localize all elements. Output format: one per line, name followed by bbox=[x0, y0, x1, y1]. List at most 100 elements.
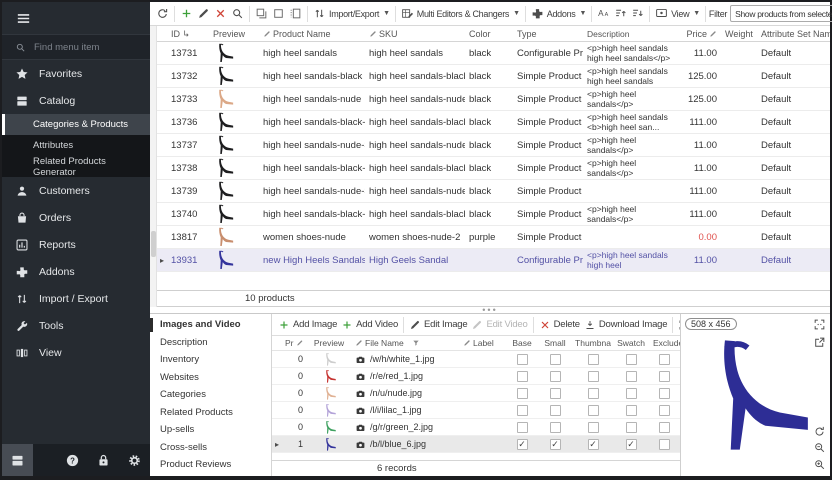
base-checkbox[interactable]: ✓ bbox=[517, 439, 528, 450]
search-products-button[interactable] bbox=[229, 5, 246, 22]
lock-button[interactable] bbox=[88, 444, 119, 476]
exclude-checkbox[interactable] bbox=[659, 388, 670, 399]
swatch-checkbox[interactable]: ✓ bbox=[626, 439, 637, 450]
delete-product-button[interactable] bbox=[212, 5, 229, 22]
download-image-button[interactable]: Download Image bbox=[582, 317, 670, 333]
base-checkbox[interactable] bbox=[517, 422, 528, 433]
swatch-checkbox[interactable] bbox=[626, 388, 637, 399]
swatch-checkbox[interactable] bbox=[626, 354, 637, 365]
table-row[interactable]: 13931 new High Heels Sandals High Geels … bbox=[157, 249, 830, 272]
small-checkbox[interactable] bbox=[550, 371, 561, 382]
table-row[interactable]: 13733 high heel sandals-nude high heel s… bbox=[157, 88, 830, 111]
column-header-thumbnail[interactable]: Thumbna bbox=[572, 338, 614, 348]
column-header-product-name[interactable]: Product Name bbox=[259, 29, 365, 39]
sort-desc-button[interactable] bbox=[629, 5, 646, 22]
filter-select[interactable]: Show products from selected categories▼ bbox=[730, 5, 832, 22]
detail-tab[interactable]: Cross-sells bbox=[150, 439, 271, 457]
exclude-checkbox[interactable] bbox=[659, 354, 670, 365]
image-row[interactable]: 1 /b/l/blue_6.jpg ✓ ✓ ✓ ✓ bbox=[272, 436, 680, 453]
sidebar-item-addons[interactable]: Addons bbox=[2, 258, 150, 285]
column-header-base[interactable]: Base bbox=[506, 338, 538, 348]
settings-button[interactable] bbox=[119, 444, 150, 476]
detail-tab[interactable]: Product Reviews bbox=[150, 456, 271, 474]
table-row[interactable]: 13732 high heel sandals-black high heel … bbox=[157, 65, 830, 88]
sidebar-subitem[interactable]: Categories & Products bbox=[2, 114, 150, 135]
image-row[interactable]: 0 /w/h/white_1.jpg bbox=[272, 351, 680, 368]
exclude-checkbox[interactable] bbox=[659, 422, 670, 433]
thumbnail-checkbox[interactable] bbox=[588, 388, 599, 399]
base-checkbox[interactable] bbox=[517, 354, 528, 365]
column-header-exclude[interactable]: Exclude bbox=[648, 338, 680, 348]
image-row[interactable]: 0 /r/e/red_1.jpg bbox=[272, 368, 680, 385]
column-header-attribute-set[interactable]: Attribute Set Name bbox=[757, 29, 830, 39]
thumbnail-checkbox[interactable]: ✓ bbox=[588, 439, 599, 450]
base-checkbox[interactable] bbox=[517, 388, 528, 399]
base-checkbox[interactable] bbox=[517, 405, 528, 416]
column-header-price[interactable]: Price bbox=[675, 29, 721, 39]
add-video-button[interactable]: Add Video bbox=[339, 317, 400, 333]
sidebar-item-reports[interactable]: Reports bbox=[2, 231, 150, 258]
exclude-checkbox[interactable] bbox=[659, 371, 670, 382]
swatch-checkbox[interactable] bbox=[626, 422, 637, 433]
column-header-file-name[interactable]: File Name bbox=[352, 338, 460, 348]
font-size-button[interactable] bbox=[595, 5, 612, 22]
column-header-swatch[interactable]: Swatch bbox=[614, 338, 648, 348]
detail-tab[interactable]: Related Products bbox=[150, 404, 271, 422]
image-row[interactable]: 0 /g/r/green_2.jpg bbox=[272, 419, 680, 436]
column-header-label[interactable]: Label bbox=[460, 338, 506, 348]
exclude-checkbox[interactable] bbox=[659, 405, 670, 416]
table-row[interactable]: 13737 high heel sandals-nude-36 high hee… bbox=[157, 134, 830, 157]
sidebar-item-customers[interactable]: Customers bbox=[2, 177, 150, 204]
scrollbar-handle[interactable] bbox=[151, 231, 156, 257]
add-image-button[interactable]: Add Image bbox=[276, 317, 339, 333]
image-row[interactable]: 0 /l/i/lilac_1.jpg bbox=[272, 402, 680, 419]
exclude-checkbox[interactable] bbox=[659, 439, 670, 450]
multi-editors-menu[interactable]: Multi Editors & Changers▼ bbox=[399, 5, 522, 22]
store-mode-button[interactable] bbox=[2, 444, 33, 476]
menu-search-input[interactable]: Find menu item bbox=[2, 34, 150, 60]
column-header-type[interactable]: Type bbox=[513, 29, 583, 39]
menu-toggle-button[interactable] bbox=[2, 2, 150, 34]
small-checkbox[interactable] bbox=[550, 388, 561, 399]
help-button[interactable] bbox=[57, 444, 88, 476]
paste-special-button[interactable] bbox=[287, 5, 304, 22]
column-header-color[interactable]: Color bbox=[465, 29, 513, 39]
sidebar-subitem[interactable]: Related Products Generator bbox=[2, 156, 150, 177]
edit-video-button[interactable]: Edit Video bbox=[469, 317, 529, 333]
swatch-checkbox[interactable] bbox=[626, 371, 637, 382]
detail-tab[interactable]: Categories bbox=[150, 386, 271, 404]
column-header-priority[interactable]: Pr bbox=[282, 338, 306, 348]
column-header-sku[interactable]: SKU bbox=[365, 29, 465, 39]
sidebar-item-favorites[interactable]: Favorites bbox=[2, 60, 150, 87]
open-in-new-button[interactable] bbox=[813, 336, 826, 349]
sort-asc-button[interactable] bbox=[612, 5, 629, 22]
table-row[interactable]: 13736 high heel sandals-black-36 high he… bbox=[157, 111, 830, 134]
small-checkbox[interactable] bbox=[550, 405, 561, 416]
import-export-menu[interactable]: Import/Export▼ bbox=[311, 5, 392, 22]
sidebar-subitem[interactable]: Attributes bbox=[2, 135, 150, 156]
swatch-checkbox[interactable] bbox=[626, 405, 637, 416]
detail-tab[interactable]: Websites bbox=[150, 369, 271, 387]
thumbnail-checkbox[interactable] bbox=[588, 371, 599, 382]
add-product-button[interactable] bbox=[178, 5, 195, 22]
table-row[interactable]: 13817 women shoes-nude women shoes-nude-… bbox=[157, 226, 830, 249]
actual-size-button[interactable] bbox=[813, 318, 826, 331]
edit-image-button[interactable]: Edit Image bbox=[407, 317, 469, 333]
addons-menu[interactable]: Addons▼ bbox=[529, 5, 588, 22]
small-checkbox[interactable] bbox=[550, 422, 561, 433]
refresh-button[interactable] bbox=[154, 5, 171, 22]
sidebar-item-catalog[interactable]: Catalog bbox=[2, 87, 150, 114]
small-checkbox[interactable] bbox=[550, 354, 561, 365]
column-header-preview[interactable]: Preview bbox=[209, 29, 259, 39]
table-row[interactable]: 13739 high heel sandals-nude-37 high hee… bbox=[157, 180, 830, 203]
delete-image-button[interactable]: Delete bbox=[537, 317, 582, 333]
thumbnail-checkbox[interactable] bbox=[588, 422, 599, 433]
sidebar-item-view[interactable]: View bbox=[2, 339, 150, 366]
column-header-preview[interactable]: Preview bbox=[306, 338, 352, 348]
detail-tab[interactable]: Up-sells bbox=[150, 421, 271, 439]
sidebar-item-tools[interactable]: Tools bbox=[2, 312, 150, 339]
duplicate-button[interactable] bbox=[253, 5, 270, 22]
thumbnail-checkbox[interactable] bbox=[588, 354, 599, 365]
image-row[interactable]: 0 /n/u/nude.jpg bbox=[272, 385, 680, 402]
view-menu[interactable]: View▼ bbox=[653, 5, 702, 22]
